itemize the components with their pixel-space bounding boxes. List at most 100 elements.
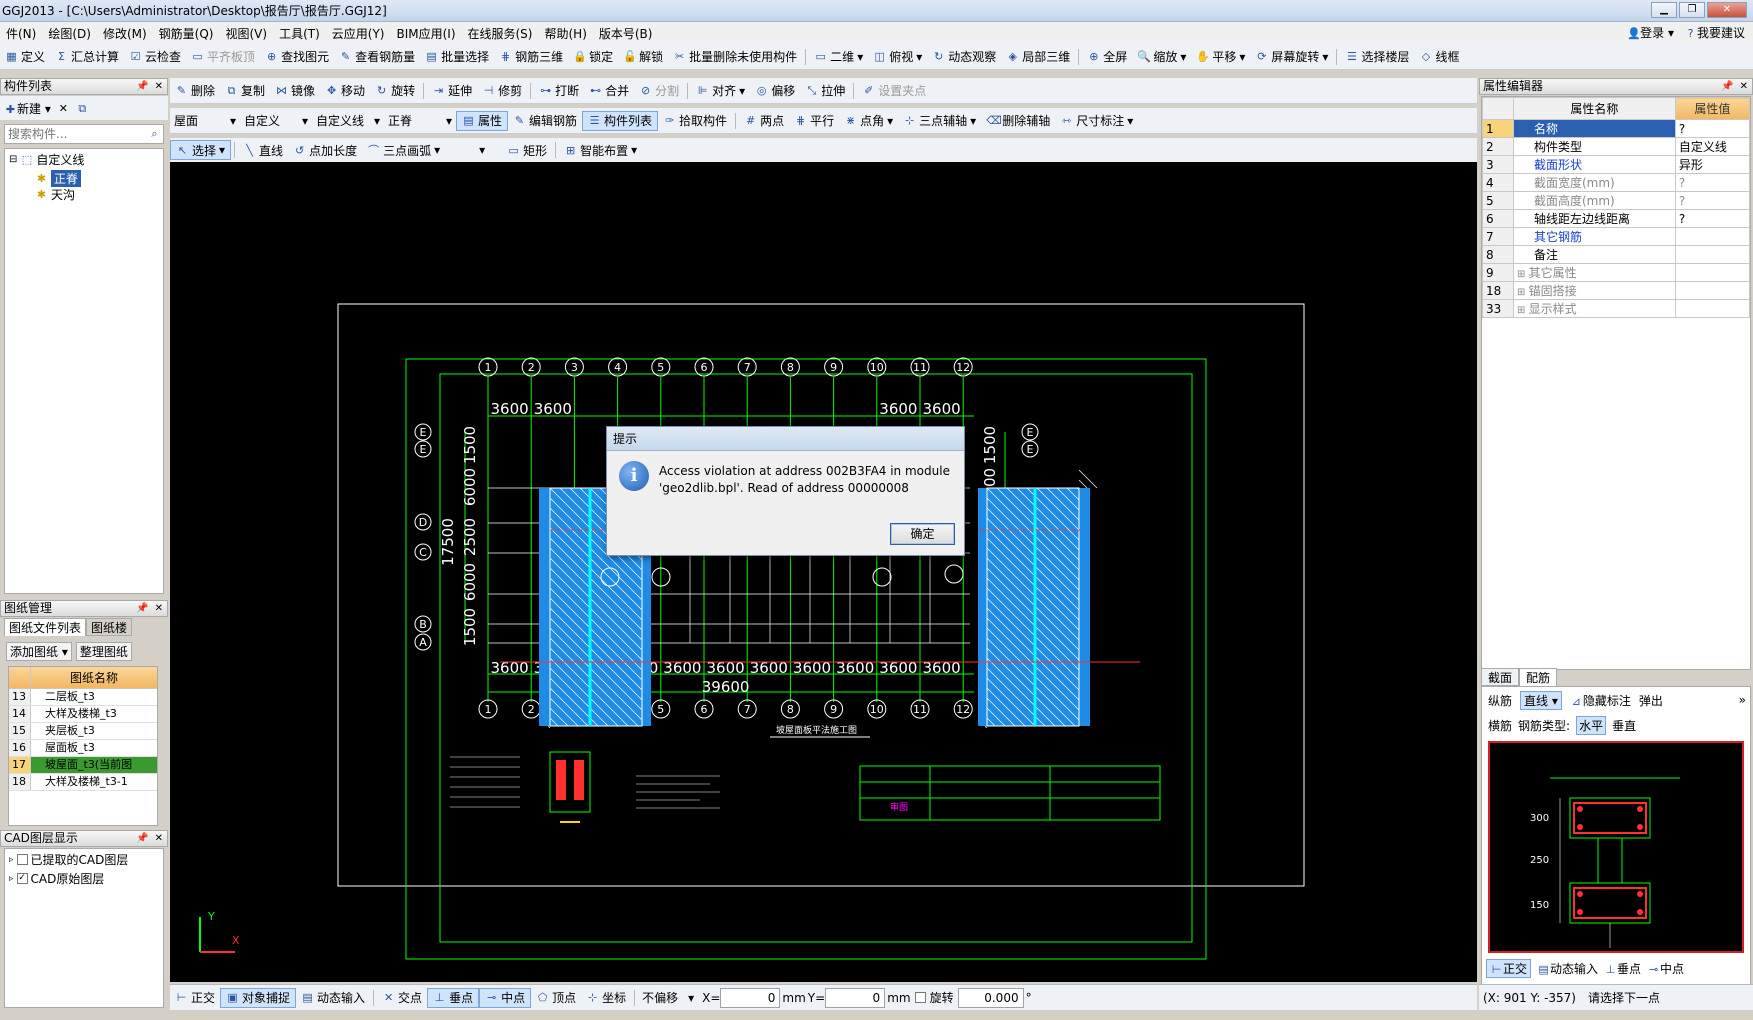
menu-draw[interactable]: 绘图(D)	[42, 25, 97, 42]
menu-view[interactable]: 视图(V)	[219, 25, 273, 42]
layer-extracted[interactable]: ▹ 已提取的CAD图层	[5, 849, 163, 870]
dynamic-input-button[interactable]: ▤ 动态输入	[296, 988, 370, 1008]
perpendicular-snap[interactable]: ⊥ 垂点	[427, 987, 480, 1008]
property-value[interactable]: 自定义线	[1674, 137, 1750, 156]
pin-icon[interactable]: 📌	[136, 601, 148, 616]
property-row[interactable]: 9 ⊞ 其它属性	[1482, 263, 1750, 282]
tree-root[interactable]: ⊟ ⬚ 自定义线	[5, 149, 163, 170]
set-grip-button[interactable]: ✐ 设置夹点	[857, 81, 931, 101]
dynamic-input-button-right[interactable]: ▤动态输入	[1537, 960, 1598, 977]
component-select[interactable]: 正脊 ▾	[384, 112, 456, 130]
menu-modify[interactable]: 修改(M)	[97, 25, 153, 42]
close-icon[interactable]: ✕	[1740, 79, 1748, 94]
offset-button[interactable]: ◎ 偏移	[750, 81, 800, 101]
tab-rebar[interactable]: 配筋	[1519, 668, 1558, 686]
rotate-input[interactable]: 0.000	[957, 987, 1024, 1008]
expand-icon[interactable]: »	[1739, 693, 1750, 707]
layer-original[interactable]: ▹ ✓ CAD原始图层	[5, 870, 163, 887]
ortho-button-right[interactable]: ⊢ 正交	[1486, 959, 1532, 978]
copy-icon[interactable]: ⧉	[76, 102, 89, 115]
property-row[interactable]: 6 轴线距左边线距离?	[1482, 209, 1750, 228]
expand-icon[interactable]: ⊞	[1517, 269, 1529, 280]
collapse-icon[interactable]: ⊟	[9, 154, 17, 165]
trim-button[interactable]: ⊣ 修剪	[477, 81, 527, 101]
property-value[interactable]: ?	[1674, 209, 1750, 228]
parallel-button[interactable]: ⋕ 平行	[789, 111, 839, 131]
straight-line-button[interactable]: 直线 ▾	[1520, 690, 1562, 710]
component-list-button[interactable]: ☰ 构件列表	[582, 110, 659, 131]
suggest-button[interactable]: ? 我要建议	[1684, 24, 1745, 41]
menu-rebar[interactable]: 钢筋量(Q)	[153, 25, 220, 42]
x-input[interactable]: 0	[720, 987, 781, 1008]
close-icon[interactable]: ✕	[155, 831, 163, 846]
property-value[interactable]: ?	[1674, 191, 1750, 210]
menu-cloud[interactable]: 云应用(Y)	[326, 25, 391, 42]
restore-button[interactable]: ❐	[1679, 2, 1705, 18]
property-button[interactable]: ▤ 属性	[456, 110, 509, 131]
drawing-row[interactable]: 17 坡屋面_t3(当前图	[9, 757, 157, 774]
batch-delete-button[interactable]: ✂ 批量删除未使用构件	[668, 47, 802, 67]
pin-icon[interactable]: 📌	[136, 831, 148, 846]
drawing-row[interactable]: 18 大样及楼梯_t3-1	[9, 774, 157, 791]
horizontal-button[interactable]: 水平	[1576, 715, 1607, 735]
align-slab-button[interactable]: ▭ 平齐板顶	[186, 47, 260, 67]
y-input[interactable]: 0	[825, 987, 886, 1008]
property-value[interactable]	[1674, 245, 1750, 264]
split-button[interactable]: ⊘ 分割	[634, 81, 684, 101]
midpoint-button-right[interactable]: ⊸ 中点	[1647, 960, 1684, 977]
view-rebar-button[interactable]: ✎ 查看钢筋量	[334, 47, 420, 67]
component-search-input[interactable]	[5, 125, 141, 143]
dynamic-view-button[interactable]: ↻ 动态观察	[927, 47, 1001, 67]
property-value[interactable]: ?	[1674, 173, 1750, 192]
search-icon[interactable]: ⌕	[148, 127, 161, 140]
expand-icon[interactable]: ⊞	[1517, 287, 1529, 298]
batch-select-button[interactable]: ▤ 批量选择	[420, 47, 494, 67]
menu-version[interactable]: 版本号(B)	[593, 25, 659, 42]
property-row[interactable]: 2 构件类型 自定义线	[1482, 137, 1750, 156]
new-component-button[interactable]: ✚ 新建 ▾	[4, 100, 51, 117]
edit-rebar-button[interactable]: ✎ 编辑钢筋	[508, 111, 582, 131]
expand-icon[interactable]: ⊞	[1517, 305, 1529, 316]
tab-drawing-files[interactable]: 图纸文件列表	[4, 618, 87, 636]
cloud-check-button[interactable]: ☑ 云检查	[124, 47, 186, 67]
break-button[interactable]: ⊶ 打断	[534, 81, 584, 101]
tree-item-gutter[interactable]: ✱ 天沟	[5, 186, 163, 202]
object-snap-button[interactable]: ▣ 对象捕捉	[220, 987, 297, 1008]
property-row[interactable]: 3 截面形状 异形	[1482, 155, 1750, 174]
delete-icon[interactable]: ✕	[57, 102, 70, 115]
menu-online[interactable]: 在线服务(S)	[462, 25, 539, 42]
offset-select[interactable]: 不偏移 ▾	[638, 989, 698, 1007]
view-2d-dropdown[interactable]: ▭ 二维 ▾	[809, 47, 868, 67]
type-select[interactable]: 自定义 ▾	[240, 112, 312, 130]
property-row[interactable]: 5 截面高度(mm)?	[1482, 191, 1750, 210]
pin-icon[interactable]: 📌	[136, 79, 148, 94]
unlock-button[interactable]: 🔓 解锁	[618, 47, 668, 67]
extend-button[interactable]: ⇥ 延伸	[427, 81, 477, 101]
align-dropdown[interactable]: ⊫ 对齐 ▾	[691, 81, 750, 101]
vertical-button[interactable]: 垂直	[1612, 717, 1636, 734]
select-floor-button[interactable]: ☰ 选择楼层	[1340, 47, 1414, 67]
pan-dropdown[interactable]: ✋ 平移 ▾	[1191, 47, 1250, 67]
point-angle-dropdown[interactable]: ⋇ 点角 ▾	[839, 111, 898, 131]
popup-button[interactable]: 弹出	[1639, 692, 1663, 709]
mirror-button[interactable]: ⋈ 镜像	[270, 81, 320, 101]
intersection-snap[interactable]: ✕ 交点	[377, 988, 427, 1008]
close-icon[interactable]: ✕	[155, 79, 163, 94]
property-row[interactable]: 7 其它钢筋	[1482, 227, 1750, 246]
delete-axis-button[interactable]: ⌫ 删除辅轴	[981, 111, 1055, 131]
dimension-dropdown[interactable]: ⇿ 尺寸标注 ▾	[1055, 111, 1138, 131]
drawing-row[interactable]: 16 屋面板_t3	[9, 740, 157, 757]
login-button[interactable]: 👤登录 ▾	[1627, 24, 1674, 41]
find-element-button[interactable]: ⊕ 查找图元	[260, 47, 334, 67]
checkbox-extracted[interactable]	[16, 854, 28, 865]
tree-item-ridge[interactable]: ✱ 正脊	[5, 169, 163, 187]
zoom-dropdown[interactable]: 🔍 缩放 ▾	[1132, 47, 1191, 67]
rectangle-button[interactable]: ▭ 矩形	[502, 140, 552, 160]
property-row[interactable]: 8 备注	[1482, 245, 1750, 264]
checkbox-original[interactable]: ✓	[16, 873, 28, 884]
minimize-button[interactable]: ▁	[1651, 2, 1677, 18]
rotate-checkbox[interactable]	[914, 992, 926, 1003]
smart-layout-dropdown[interactable]: ⊞ 智能布置 ▾	[559, 140, 642, 160]
rebar-3d-button[interactable]: ⋕ 钢筋三维	[494, 47, 568, 67]
property-value[interactable]	[1674, 281, 1750, 300]
